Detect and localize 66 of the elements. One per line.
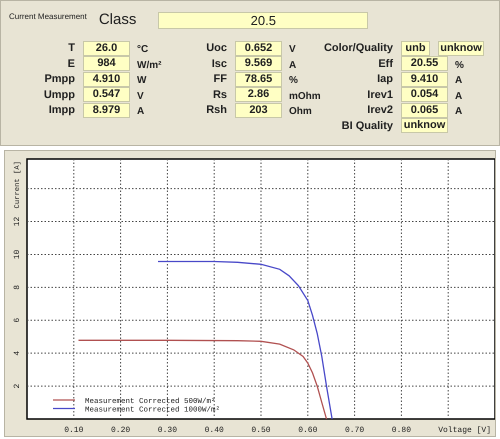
- value-field: 4.910: [83, 72, 130, 87]
- x-tick-label: 0.50: [251, 426, 271, 435]
- value-field: 0.065: [401, 102, 448, 118]
- class-label: Class: [98, 10, 136, 30]
- value-field: 9.569: [235, 56, 282, 72]
- field-label: Rsh: [205, 103, 227, 118]
- value-field: 984: [83, 56, 130, 72]
- value-field: 2.86: [235, 87, 282, 102]
- unit-label: V: [289, 44, 296, 56]
- unit-label: Ohm: [289, 106, 312, 118]
- value-field: 20.55: [401, 56, 448, 72]
- y-tick-label: 4: [13, 350, 22, 356]
- legend-line: [53, 408, 75, 410]
- x-tick-label: 0.10: [64, 426, 84, 435]
- unit-label: W/m²: [137, 60, 162, 71]
- unit-label: A: [289, 60, 296, 71]
- unit-label: °C: [137, 44, 148, 56]
- field-label: Uoc: [205, 41, 227, 56]
- x-tick-label: 0.60: [298, 426, 318, 435]
- y-tick-label: 10: [13, 250, 22, 260]
- unit-label: W: [137, 75, 146, 86]
- class-field: 20.5: [158, 12, 368, 29]
- value-field: 78.65: [235, 72, 282, 87]
- y-tick-label: 2: [13, 384, 22, 388]
- field-label: Impp: [48, 103, 75, 118]
- x-axis-label: Voltage [V]: [438, 426, 491, 435]
- field-label: Irev2: [366, 103, 393, 118]
- unit-label: A: [137, 106, 144, 118]
- y-tick-label: 6: [13, 318, 22, 323]
- x-tick-label: 0.20: [111, 426, 130, 435]
- unit-label: mOhm: [289, 90, 321, 102]
- field-label: Iap: [376, 72, 393, 87]
- unit-label: A: [455, 90, 462, 102]
- value-field: 203: [235, 102, 282, 118]
- unit-label: %: [289, 75, 298, 86]
- value-field: unb: [401, 40, 430, 56]
- y-tick-label: 12: [13, 216, 22, 226]
- field-label: FF: [212, 72, 227, 87]
- unit-label: V: [137, 90, 144, 102]
- value-field: 0.547: [83, 87, 130, 102]
- x-tick-label: 0.80: [392, 426, 411, 435]
- unit-label: A: [455, 106, 462, 118]
- field-label: Color/Quality: [322, 41, 393, 56]
- x-tick-label: 0.30: [158, 426, 177, 435]
- x-tick-label: 0.40: [204, 426, 224, 435]
- y-tick-label: 8: [13, 284, 22, 290]
- field-label: T: [67, 41, 75, 56]
- legend-line: [53, 399, 75, 401]
- field-label: E: [66, 56, 75, 72]
- value-field: unknow: [401, 118, 448, 134]
- unit-label: A: [455, 75, 462, 86]
- field-label: BI Quality: [340, 118, 393, 134]
- value-field: 26.0: [83, 40, 130, 56]
- x-tick-label: 0.70: [345, 426, 364, 435]
- value-field: 0.652: [235, 40, 282, 56]
- field-label: Pmpp: [43, 72, 75, 87]
- panel-title: Current Measurement: [9, 11, 87, 24]
- field-label: Eff: [377, 56, 393, 72]
- value-field: 0.054: [401, 87, 448, 102]
- value-field: unknow: [438, 40, 484, 56]
- value-field: 9.410: [401, 72, 448, 87]
- field-label: Irev1: [366, 88, 393, 102]
- field-label: Rs: [212, 88, 227, 102]
- unit-label: %: [455, 60, 464, 71]
- field-label: Umpp: [42, 88, 75, 102]
- value-field: 8.979: [83, 102, 130, 118]
